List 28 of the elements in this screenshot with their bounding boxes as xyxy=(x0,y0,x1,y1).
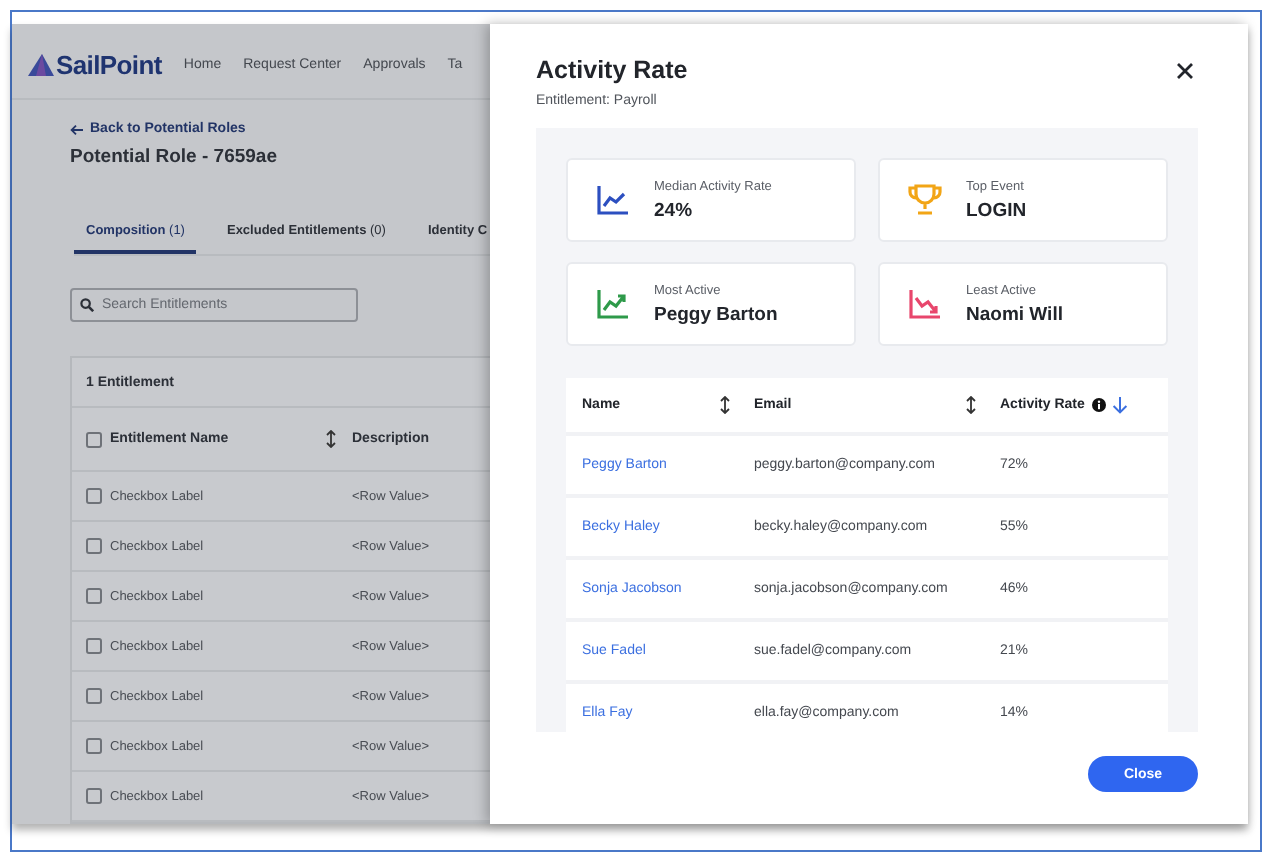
sort-icon[interactable] xyxy=(326,430,336,448)
sail-logo-icon xyxy=(28,53,54,77)
sort-icon[interactable] xyxy=(966,396,976,414)
line-chart-icon xyxy=(596,184,630,216)
checkbox[interactable] xyxy=(86,538,102,554)
arrow-left-icon xyxy=(70,123,84,135)
arrow-down-icon[interactable] xyxy=(1112,396,1128,414)
checkbox[interactable] xyxy=(86,431,102,447)
page-title: Potential Role - 7659ae xyxy=(70,146,279,168)
trend-up-icon xyxy=(596,288,630,320)
close-icon xyxy=(1176,62,1194,80)
modal-title: Activity Rate xyxy=(536,56,688,84)
checkbox[interactable] xyxy=(86,738,102,754)
checkbox[interactable] xyxy=(86,788,102,804)
trophy-icon xyxy=(908,184,942,216)
stat-value: Peggy Barton xyxy=(654,303,778,325)
sort-icon[interactable] xyxy=(720,396,730,414)
search-icon xyxy=(80,298,94,312)
trend-down-icon xyxy=(908,288,942,320)
stat-value: LOGIN xyxy=(966,199,1027,221)
checkbox[interactable] xyxy=(86,488,102,504)
checkbox[interactable] xyxy=(86,688,102,704)
close-button[interactable] xyxy=(1172,58,1198,84)
checkbox[interactable] xyxy=(86,638,102,654)
logo-text: SailPoint xyxy=(56,50,162,80)
stat-value: Naomi Will xyxy=(966,303,1063,325)
stat-value: 24% xyxy=(654,199,695,221)
checkbox[interactable] xyxy=(86,588,102,604)
